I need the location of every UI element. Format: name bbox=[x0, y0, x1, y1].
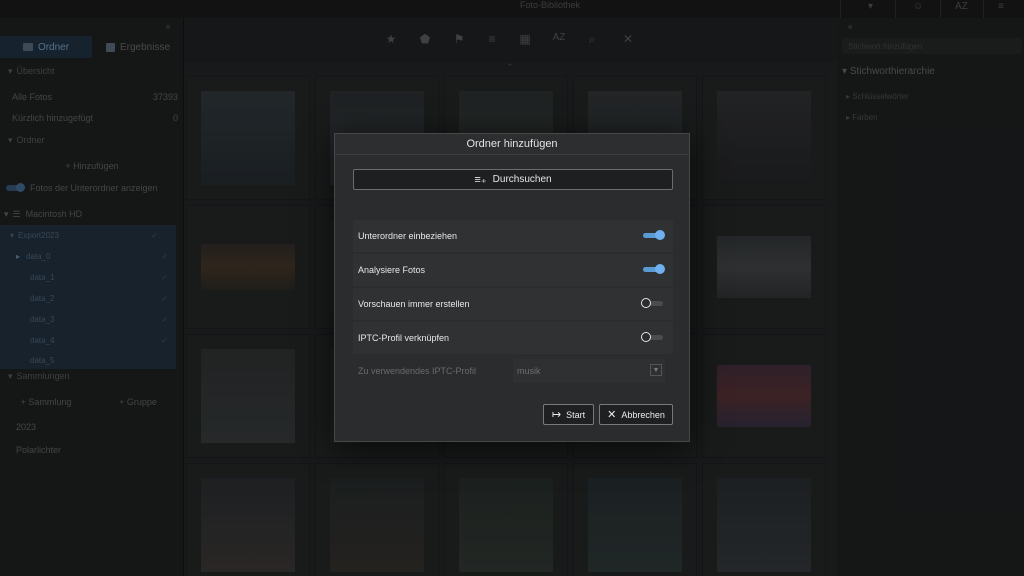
arrow-to-line-icon: ↦ bbox=[551, 409, 562, 421]
close-icon: ✕ bbox=[607, 409, 617, 421]
dialog-title: Ordner hinzufügen bbox=[335, 134, 689, 155]
include-subfolders-toggle[interactable] bbox=[643, 230, 665, 240]
option-label: Vorschauen immer erstellen bbox=[358, 299, 470, 309]
always-create-previews-toggle[interactable] bbox=[641, 298, 663, 308]
app-window: Foto-Bibliothek ▾ ☺ AZ ≡ « Ordner Ergebn… bbox=[0, 0, 1024, 576]
option-link-iptc-profile: IPTC-Profil verknüpfen bbox=[353, 322, 673, 354]
iptc-profile-select[interactable]: musik ▼ bbox=[513, 359, 665, 383]
link-iptc-profile-toggle[interactable] bbox=[641, 332, 663, 342]
browse-button[interactable]: ≡₊ Durchsuchen bbox=[353, 169, 673, 190]
option-label: Unterordner einbeziehen bbox=[358, 231, 458, 241]
iptc-profile-label: Zu verwendendes IPTC-Profil bbox=[358, 366, 477, 376]
cancel-button[interactable]: ✕ Abbrechen bbox=[599, 404, 673, 425]
option-always-create-previews: Vorschauen immer erstellen bbox=[353, 288, 673, 320]
iptc-profile-value: musik bbox=[517, 366, 541, 376]
option-analyze-photos: Analysiere Fotos bbox=[353, 254, 673, 286]
chevron-down-icon: ▼ bbox=[650, 364, 662, 376]
option-label: Analysiere Fotos bbox=[358, 265, 426, 275]
option-label: IPTC-Profil verknüpfen bbox=[358, 333, 450, 343]
start-button[interactable]: ↦ Start bbox=[543, 404, 594, 425]
playlist-add-icon: ≡₊ bbox=[474, 174, 487, 186]
start-label: Start bbox=[566, 409, 586, 420]
analyze-photos-toggle[interactable] bbox=[643, 264, 665, 274]
cancel-label: Abbrechen bbox=[621, 409, 665, 420]
option-include-subfolders: Unterordner einbeziehen bbox=[353, 220, 673, 252]
browse-label: Durchsuchen bbox=[492, 174, 552, 185]
add-folder-dialog: Ordner hinzufügen ≡₊ Durchsuchen Unteror… bbox=[334, 133, 690, 442]
